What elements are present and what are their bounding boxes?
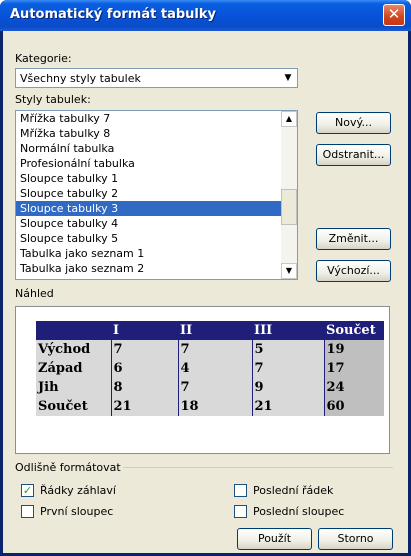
first-column-checkbox[interactable] xyxy=(21,505,34,518)
preview-cell: 8 xyxy=(110,378,178,397)
preview-cell: 5 xyxy=(251,340,324,359)
list-item[interactable]: Tabulka jako seznam 2 xyxy=(16,261,284,276)
preview-cell: 17 xyxy=(323,359,384,378)
preview-cell: 7 xyxy=(177,340,252,359)
styles-label: Styly tabulek: xyxy=(15,93,91,106)
cancel-button[interactable]: Storno xyxy=(318,528,393,550)
preview-label: Náhled xyxy=(15,287,54,300)
preview-header-cell: Součet xyxy=(324,321,384,340)
preview-table: I II III Součet Východ 7 7 5 19 Západ 6 4 7 17 Jih 8 7 9 2… xyxy=(36,321,384,416)
preview-cell: 60 xyxy=(323,397,384,416)
arrow-up-icon: ▲ xyxy=(285,114,293,123)
list-item[interactable]: Tabulka jako seznam 1 xyxy=(16,246,284,261)
preview-cell: Západ xyxy=(36,359,111,378)
preview-cell: 18 xyxy=(177,397,252,416)
preview-cell: 7 xyxy=(177,378,252,397)
last-column-checkbox[interactable] xyxy=(234,505,247,518)
group-divider xyxy=(123,467,393,468)
preview-header-cell: I xyxy=(111,321,178,340)
preview-cell: 4 xyxy=(177,359,252,378)
scroll-down-button[interactable]: ▼ xyxy=(281,263,297,279)
dialog-window: Automatický formát tabulky ✕ Kategorie: … xyxy=(0,0,411,556)
last-row-checkbox[interactable] xyxy=(234,484,247,497)
scroll-up-button[interactable]: ▲ xyxy=(281,111,297,127)
preview-row: Východ 7 7 5 19 xyxy=(36,340,384,359)
styles-listbox[interactable]: Mřížka tabulky 7 Mřížka tabulky 8 Normální… xyxy=(15,110,298,280)
close-icon: ✕ xyxy=(387,5,401,23)
list-item[interactable]: Sloupce tabulky 1 xyxy=(16,171,284,186)
preview-header-cell: II xyxy=(178,321,252,340)
preview-cell: 7 xyxy=(251,359,324,378)
list-item[interactable]: Mřížka tabulky 8 xyxy=(16,126,284,141)
format-group-label: Odlišně formátovat xyxy=(15,461,121,474)
title-bar[interactable]: Automatický formát tabulky ✕ xyxy=(0,0,411,31)
preview-cell: 6 xyxy=(110,359,178,378)
preview-header-cell xyxy=(36,321,111,340)
list-item[interactable]: Normální tabulka xyxy=(16,141,284,156)
last-row-label[interactable]: Poslední řádek xyxy=(253,484,333,497)
category-select[interactable]: Všechny styly tabulek ▼ xyxy=(15,68,298,88)
scroll-thumb[interactable] xyxy=(281,189,297,225)
list-item[interactable]: Profesionální tabulka xyxy=(16,156,284,171)
preview-cell: Východ xyxy=(36,340,111,359)
list-item[interactable]: Sloupce tabulky 2 xyxy=(16,186,284,201)
preview-row: Jih 8 7 9 24 xyxy=(36,378,384,397)
close-button[interactable]: ✕ xyxy=(383,4,405,26)
preview-row: Součet 21 18 21 60 xyxy=(36,397,384,416)
preview-cell: 24 xyxy=(323,378,384,397)
chevron-down-icon[interactable]: ▼ xyxy=(280,70,296,86)
list-item[interactable]: Sloupce tabulky 4 xyxy=(16,216,284,231)
preview-cell: Součet xyxy=(36,397,111,416)
default-button[interactable]: Výchozí... xyxy=(316,260,391,282)
preview-cell: 19 xyxy=(323,340,384,359)
preview-cell: 21 xyxy=(251,397,324,416)
window-title: Automatický formát tabulky xyxy=(10,7,216,22)
modify-button[interactable]: Změnit... xyxy=(316,228,391,250)
category-label: Kategorie: xyxy=(15,52,72,65)
preview-cell: Jih xyxy=(36,378,111,397)
category-value: Všechny styly tabulek xyxy=(20,72,141,85)
arrow-down-icon: ▼ xyxy=(285,266,293,275)
preview-cell: 21 xyxy=(110,397,178,416)
list-item[interactable]: Mřížka tabulky 7 xyxy=(16,111,284,126)
styles-list: Mřížka tabulky 7 Mřížka tabulky 8 Normální… xyxy=(16,111,284,279)
dialog-body: Kategorie: Všechny styly tabulek ▼ Styly… xyxy=(3,31,408,553)
preview-cell: 9 xyxy=(251,378,324,397)
preview-cell: 7 xyxy=(110,340,178,359)
last-column-label[interactable]: Poslední sloupec xyxy=(253,505,344,518)
preview-header-row: I II III Součet xyxy=(36,321,384,340)
list-item[interactable]: Sloupce tabulky 5 xyxy=(16,231,284,246)
preview-header-cell: III xyxy=(252,321,324,340)
styles-scrollbar[interactable]: ▲ ▼ xyxy=(281,111,297,279)
preview-pane: I II III Součet Východ 7 7 5 19 Západ 6 4 7 17 Jih 8 7 9 2… xyxy=(15,306,390,454)
check-icon: ✓ xyxy=(22,484,33,497)
apply-button[interactable]: Použít xyxy=(237,528,312,550)
list-item[interactable]: Sloupce tabulky 3 xyxy=(16,201,284,216)
header-rows-label[interactable]: Řádky záhlaví xyxy=(40,484,116,497)
header-rows-checkbox[interactable]: ✓ xyxy=(21,484,34,497)
first-column-label[interactable]: První sloupec xyxy=(40,505,113,518)
new-button[interactable]: Nový... xyxy=(316,112,391,134)
delete-button[interactable]: Odstranit... xyxy=(316,144,391,166)
preview-row: Západ 6 4 7 17 xyxy=(36,359,384,378)
list-item[interactable]: Tabulka jako seznam 3 xyxy=(16,276,284,279)
